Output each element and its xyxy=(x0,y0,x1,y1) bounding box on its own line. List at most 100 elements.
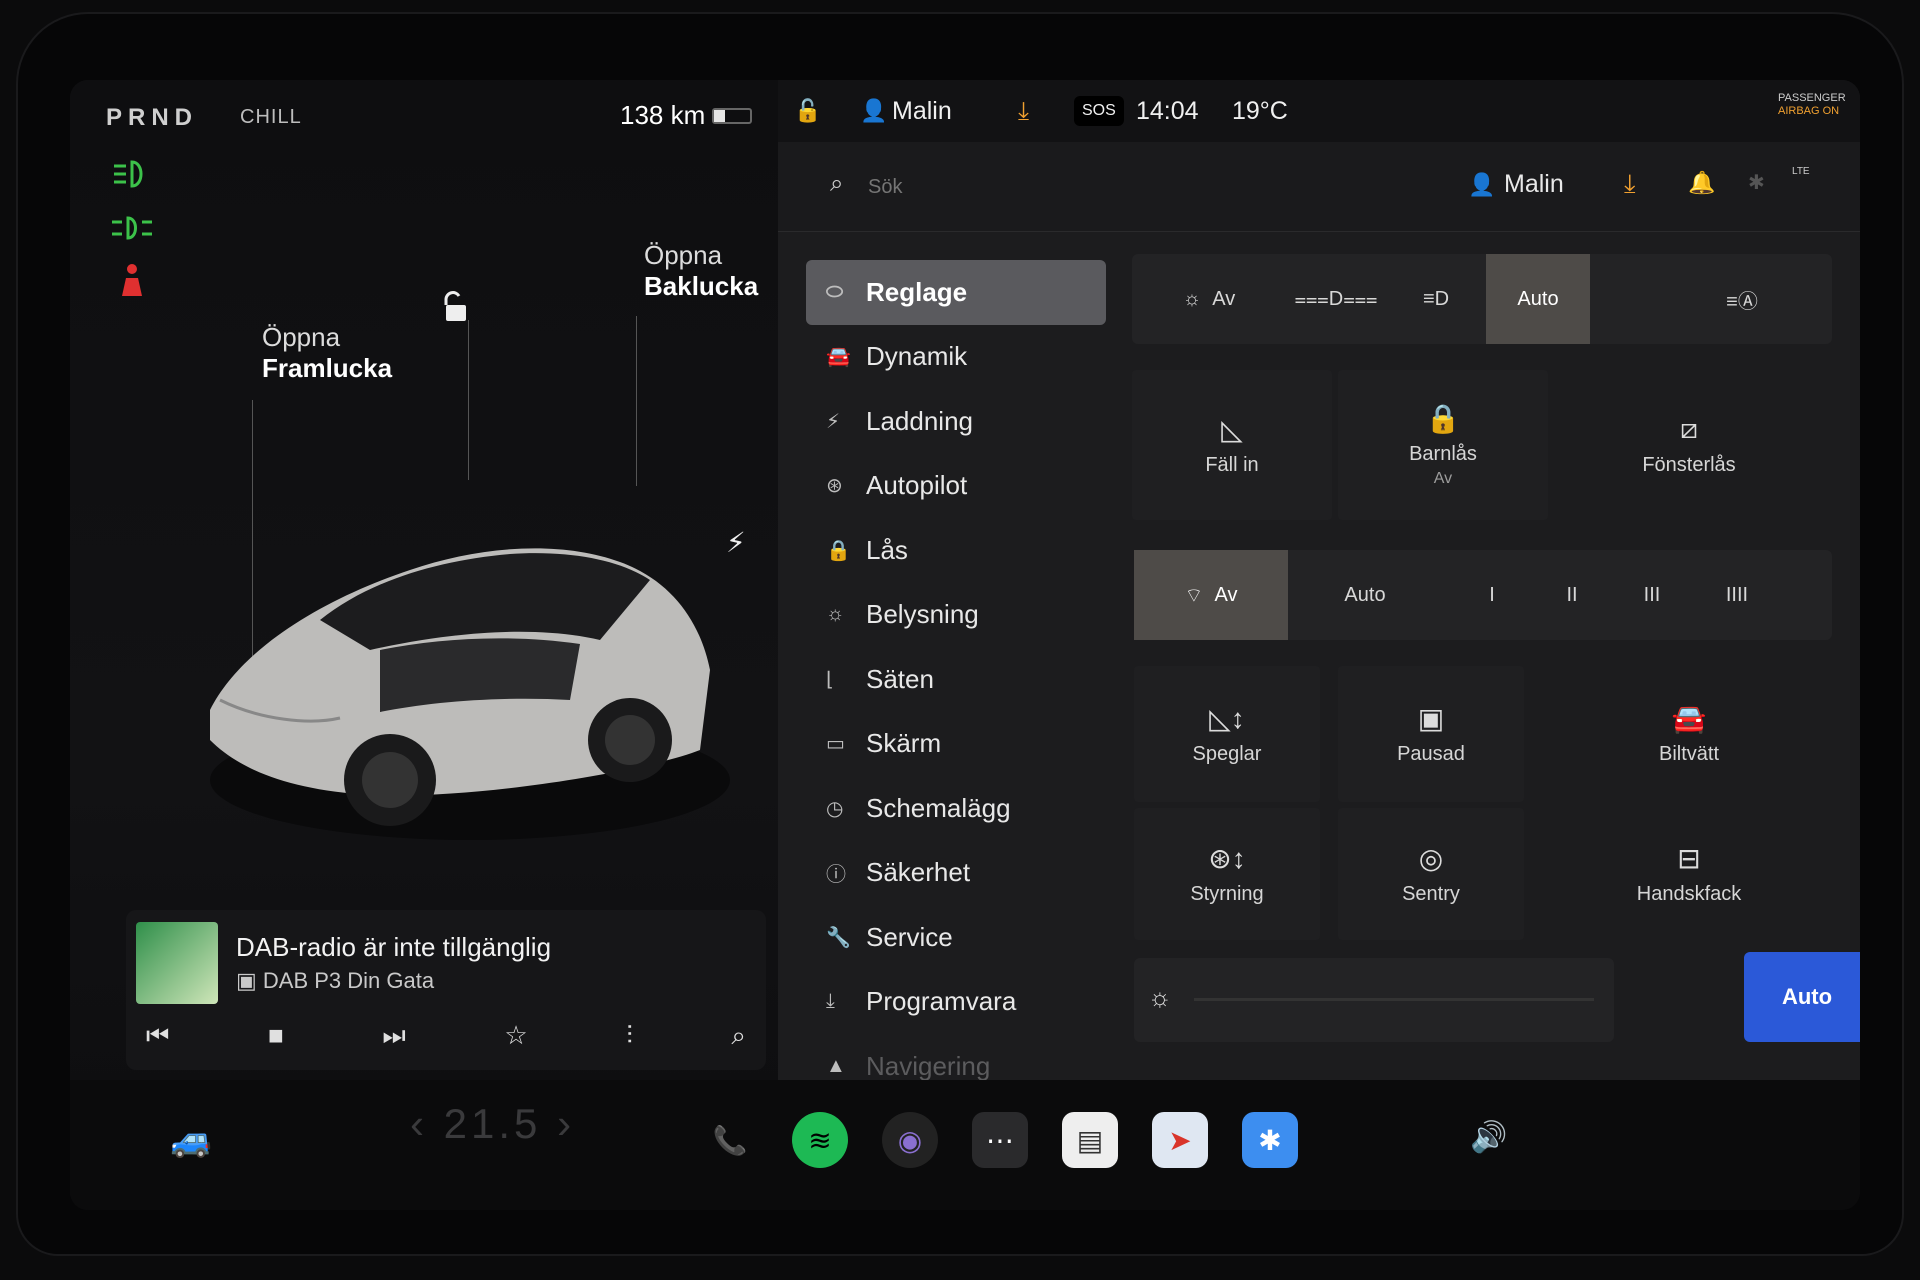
nav-item-skärm[interactable]: ▭ Skärm xyxy=(806,712,1106,777)
nav-item-label: Dynamik xyxy=(866,341,968,372)
camera-icon[interactable]: ◉ xyxy=(882,1112,938,1168)
outside-temp: 19°C xyxy=(1232,96,1288,125)
nav-item-säkerhet[interactable]: ⓘ Säkerhet xyxy=(806,841,1106,906)
display-icon: ▭ xyxy=(826,733,845,756)
nav-item-label: Laddning xyxy=(866,405,973,436)
previous-icon[interactable]: ⏮ xyxy=(146,1020,169,1052)
child-lock-label: Barnlås xyxy=(1409,443,1477,465)
car-wash-button[interactable]: 🚘 Biltvätt xyxy=(1554,666,1824,802)
search-icon[interactable]: ⌕ xyxy=(731,1020,746,1052)
mirrors-button[interactable]: ◺↕ Speglar xyxy=(1134,666,1320,802)
nav-item-dynamik[interactable]: 🚘 Dynamik xyxy=(806,325,1106,390)
nav-item-programvara[interactable]: ⤓ Programvara xyxy=(806,970,1106,1035)
nav-item-schemalägg[interactable]: ◷ Schemalägg xyxy=(806,776,1106,841)
wiper-level-1[interactable]: I xyxy=(1452,550,1532,640)
mirror-adjust-icon: ◺↕ xyxy=(1209,703,1245,734)
dashcam-label: Pausad xyxy=(1397,743,1465,765)
dashcam-button[interactable]: ▣ Pausad xyxy=(1338,666,1524,802)
equalizer-icon[interactable]: ⫶ xyxy=(626,1020,633,1052)
notification-bell-icon[interactable]: 🔔 xyxy=(1688,170,1715,196)
calendar-icon[interactable]: ▤ xyxy=(1062,1112,1118,1168)
low-beam-icon xyxy=(114,160,143,188)
sentry-icon: ◎ xyxy=(1418,843,1444,874)
car-icon[interactable]: 🚙 xyxy=(170,1120,212,1160)
lock-status-icon[interactable]: 🔓 xyxy=(794,98,821,124)
window-lock-icon: ⧄ xyxy=(1680,413,1698,444)
window-lock-label: Fönsterlås xyxy=(1642,454,1736,476)
steering-button[interactable]: ⊛↕ Styrning xyxy=(1134,808,1320,940)
profile-icon[interactable]: 👤 xyxy=(860,98,887,124)
navigation-app-icon[interactable]: ➤ xyxy=(1152,1112,1208,1168)
favorite-icon[interactable]: ☆ xyxy=(504,1020,527,1052)
steering-icon: ⊛ xyxy=(826,475,843,498)
next-icon[interactable]: ⏭ xyxy=(382,1020,405,1052)
window-lock-button[interactable]: ⧄ Fönsterlås xyxy=(1554,370,1824,520)
wiper-level-4[interactable]: IIII xyxy=(1692,550,1782,640)
station-name: DAB P3 Din Gata xyxy=(262,968,435,993)
glovebox-icon: ⊟ xyxy=(1677,843,1701,874)
child-lock-icon: 🔒 xyxy=(1425,403,1461,434)
settings-nav: ⬭ Reglage 🚘 Dynamik ⚡ Laddning ⊛ Autopilot 🔒 Lås ☼… xyxy=(806,260,1106,1099)
sun-icon: ☼ xyxy=(826,603,845,626)
nav-item-label: Säten xyxy=(866,663,934,694)
media-title: DAB-radio är inte tillgänglig xyxy=(236,932,552,962)
nav-item-label: Lås xyxy=(866,534,908,565)
wiper-level-3[interactable]: III xyxy=(1612,550,1692,640)
toggle-icon: ⬭ xyxy=(826,280,844,303)
phone-icon[interactable]: 📞 xyxy=(702,1112,758,1168)
cabin-temp[interactable]: ‹ 21.5 › xyxy=(410,1100,575,1148)
trunk-label-top: Öppna xyxy=(644,240,723,270)
spotify-icon[interactable]: ≋ xyxy=(792,1112,848,1168)
lock-icon: 🔒 xyxy=(826,539,851,562)
wiper-auto-button[interactable]: Auto xyxy=(1288,550,1442,640)
profile-icon: 👤 xyxy=(1468,172,1496,197)
frunk-button[interactable]: Öppna Framlucka xyxy=(262,322,392,384)
profile-name[interactable]: Malin xyxy=(1504,170,1564,199)
more-apps-icon[interactable]: ⋯ xyxy=(972,1112,1028,1168)
child-lock-button[interactable]: 🔒 Barnlås Av xyxy=(1338,370,1548,520)
trunk-button[interactable]: Öppna Baklucka xyxy=(644,240,758,302)
profile-name[interactable]: Malin xyxy=(892,97,952,126)
lights-off-button[interactable]: ☼ Av xyxy=(1132,254,1286,344)
nav-item-laddning[interactable]: ⚡ Laddning xyxy=(806,389,1106,454)
nav-item-reglage[interactable]: ⬭ Reglage xyxy=(806,260,1106,325)
nav-icon: ▲ xyxy=(826,1054,846,1077)
sentry-label: Sentry xyxy=(1402,883,1460,905)
update-icon[interactable]: ⤓ xyxy=(1624,168,1636,200)
nav-item-service[interactable]: 🔧 Service xyxy=(806,905,1106,970)
nav-item-label: Programvara xyxy=(866,986,1017,1017)
volume-icon[interactable]: 🔊 xyxy=(1470,1120,1507,1155)
parking-lights-icon[interactable]: ⩶D⩶ xyxy=(1286,254,1386,344)
wiper-off-button[interactable]: ⌔ Av xyxy=(1134,550,1288,640)
nav-item-label: Service xyxy=(866,921,953,952)
low-beam-button-icon[interactable]: ≡D xyxy=(1386,254,1486,344)
media-player: DAB-radio är inte tillgänglig ▣ DAB P3 D… xyxy=(126,910,766,1070)
mirror-icon: ◺ xyxy=(1221,414,1243,445)
wiper-level-2[interactable]: II xyxy=(1532,550,1612,640)
controls-panel: 🔓 👤 Malin ⤓ SOS 14:04 19°C PASSENGER AIRB… xyxy=(778,80,1860,1081)
seatbelt-warning-icon xyxy=(122,264,142,296)
auto-high-beam-icon[interactable]: ≡Ⓐ xyxy=(1652,254,1832,344)
airbag-line-1: PASSENGER xyxy=(1778,92,1846,104)
seat-icon: ⌊ xyxy=(826,668,834,691)
airbag-line-2: AIRBAG ON xyxy=(1778,105,1840,117)
sos-button[interactable]: SOS xyxy=(1074,96,1124,126)
download-icon[interactable]: ⤓ xyxy=(1018,97,1029,126)
fold-mirrors-button[interactable]: ◺ Fäll in xyxy=(1132,370,1332,520)
nav-item-säten[interactable]: ⌊ Säten xyxy=(806,647,1106,712)
glovebox-button[interactable]: ⊟ Handskfack xyxy=(1554,808,1824,940)
bluetooth-icon[interactable]: ✱ xyxy=(1242,1112,1298,1168)
brightness-auto-button[interactable]: Auto xyxy=(1744,952,1860,1042)
lights-auto-button[interactable]: Auto xyxy=(1486,254,1590,344)
gear-indicator: PRND xyxy=(106,104,199,131)
nav-item-autopilot[interactable]: ⊛ Autopilot xyxy=(806,454,1106,519)
sentry-button[interactable]: ◎ Sentry xyxy=(1338,808,1524,940)
stop-icon[interactable]: ■ xyxy=(268,1020,284,1052)
car-model-image xyxy=(210,548,730,840)
nav-item-lås[interactable]: 🔒 Lås xyxy=(806,518,1106,583)
nav-item-belysning[interactable]: ☼ Belysning xyxy=(806,583,1106,648)
search-input[interactable] xyxy=(868,170,1068,204)
brightness-slider[interactable]: ☼ xyxy=(1134,958,1614,1042)
unlock-icon[interactable] xyxy=(438,290,472,324)
frunk-label-bottom: Framlucka xyxy=(262,353,393,383)
